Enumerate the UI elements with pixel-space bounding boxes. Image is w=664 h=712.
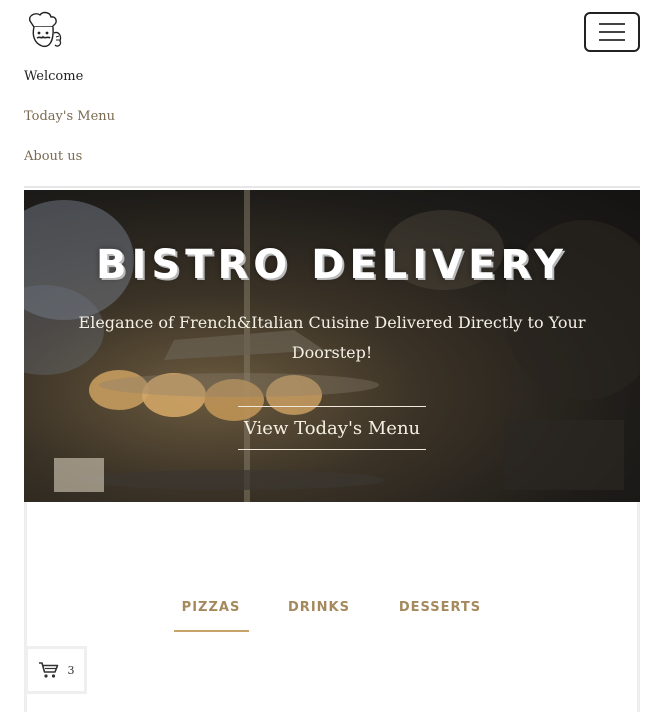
nav-divider [24,186,640,188]
hamburger-line [599,23,625,25]
hamburger-line [599,39,625,41]
hero-subtitle: Elegance of French&Italian Cuisine Deliv… [78,313,586,362]
tab-drinks[interactable]: DRINKS [282,600,356,615]
tab-desserts[interactable]: DESSERTS [394,600,486,615]
navbar-toggler-button[interactable] [584,12,640,52]
nav-item-welcome[interactable]: Welcome [24,69,83,84]
active-tab-indicator [174,630,249,632]
hamburger-line [599,31,625,33]
shopping-cart-icon [38,662,58,678]
nav-item-todays-menu[interactable]: Today's Menu [24,109,115,124]
view-todays-menu-button[interactable]: View Today's Menu [238,406,426,450]
cart-button[interactable]: 3 [25,646,87,694]
nav-item-about-us[interactable]: About us [24,149,82,164]
cart-count-badge: 3 [67,663,75,677]
tab-pizzas[interactable]: PIZZAS [174,600,248,615]
chef-logo-icon[interactable] [22,11,66,51]
hero-title: BISTRO DELIVERY [96,242,568,288]
